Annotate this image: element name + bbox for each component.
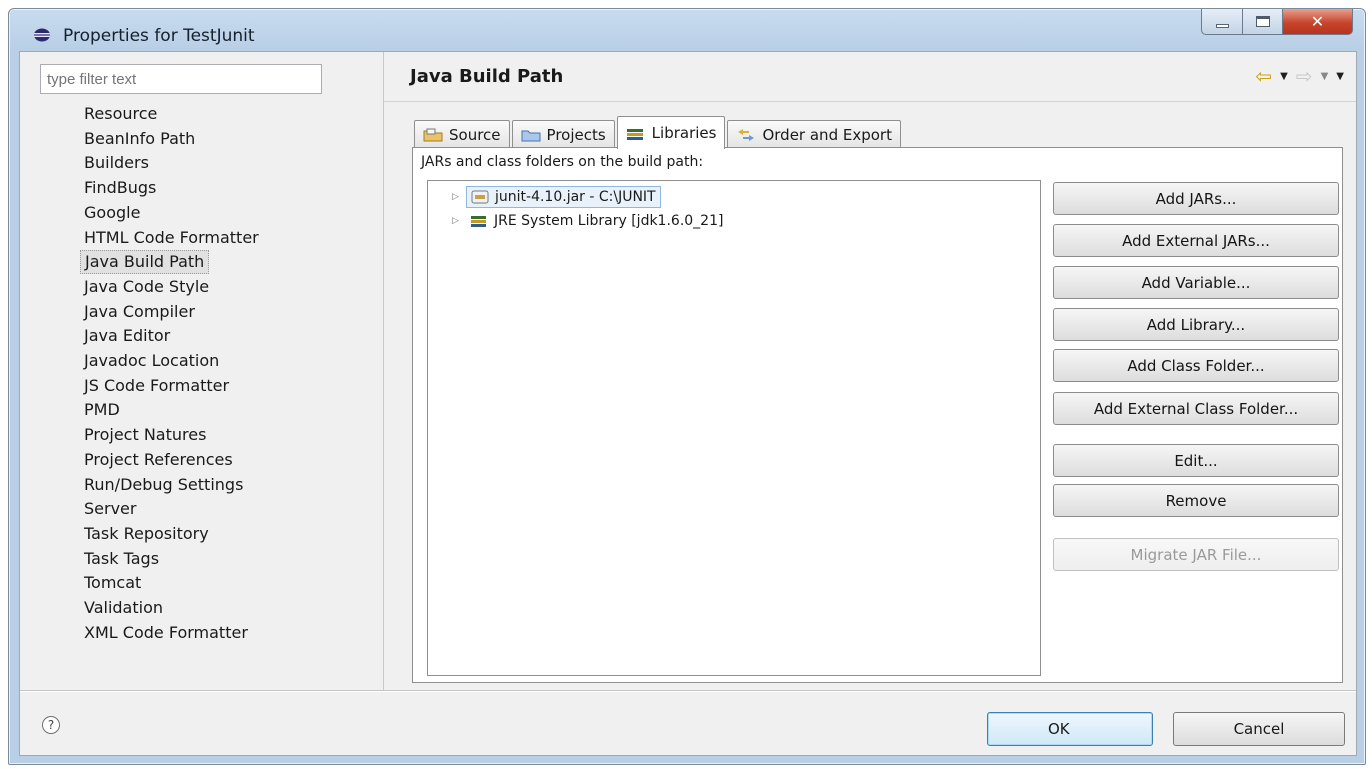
- nav-item-validation[interactable]: Validation: [80, 596, 167, 620]
- tab-source-label: Source: [449, 125, 501, 144]
- nav-item-beaninfo-path[interactable]: BeanInfo Path: [80, 127, 199, 151]
- expand-arrow-icon[interactable]: ▷: [452, 216, 466, 226]
- back-dropdown-icon[interactable]: ▼: [1280, 71, 1288, 82]
- tab-projects[interactable]: Projects: [511, 120, 615, 148]
- ok-button[interactable]: OK: [987, 712, 1153, 746]
- nav-item-task-repository[interactable]: Task Repository: [80, 522, 213, 546]
- nav-item-findbugs[interactable]: FindBugs: [80, 176, 160, 200]
- tree-item-junit-jar-label: junit-4.10.jar - C:\JUNIT: [495, 189, 656, 205]
- tree-item-jre-content: JRE System Library [jdk1.6.0_21]: [466, 210, 727, 232]
- add-class-folder-button[interactable]: Add Class Folder...: [1053, 349, 1339, 382]
- eclipse-icon: [34, 28, 50, 42]
- tree-item-junit-jar[interactable]: ▷ junit-4.10.jar - C:\JUNIT: [452, 185, 661, 209]
- filter-input[interactable]: [40, 64, 322, 94]
- page-header: Java Build Path ⇦ ▼ ⇨ ▼ ▼: [384, 52, 1356, 102]
- nav-item-java-build-path[interactable]: Java Build Path: [80, 250, 210, 275]
- page-content: Source Projects Libraries Order and Expo…: [384, 102, 1356, 690]
- nav-item-js-code-formatter[interactable]: JS Code Formatter: [80, 374, 233, 398]
- tree-item-junit-jar-content: junit-4.10.jar - C:\JUNIT: [466, 186, 661, 208]
- nav-item-builders[interactable]: Builders: [80, 151, 153, 175]
- footer-separator: [20, 690, 1356, 692]
- window-title: Properties for TestJunit: [63, 26, 255, 46]
- nav-item-pmd[interactable]: PMD: [80, 398, 124, 422]
- nav-item-task-tags[interactable]: Task Tags: [80, 547, 163, 571]
- tab-order-and-export[interactable]: Order and Export: [727, 120, 901, 148]
- back-arrow-icon[interactable]: ⇦: [1255, 66, 1272, 86]
- close-icon: ✕: [1310, 12, 1325, 31]
- nav-item-html-code-formatter[interactable]: HTML Code Formatter: [80, 226, 263, 250]
- nav-item-tomcat[interactable]: Tomcat: [80, 571, 145, 595]
- add-external-jars-button[interactable]: Add External JARs...: [1053, 224, 1339, 257]
- build-path-label: JARs and class folders on the build path…: [421, 154, 704, 170]
- help-icon[interactable]: ?: [42, 716, 60, 734]
- libraries-panel: JARs and class folders on the build path…: [412, 147, 1343, 683]
- tab-libraries[interactable]: Libraries: [616, 116, 726, 149]
- nav-item-resource[interactable]: Resource: [80, 102, 161, 126]
- add-variable-button[interactable]: Add Variable...: [1053, 266, 1339, 299]
- jar-icon: [471, 190, 489, 204]
- add-jars-button[interactable]: Add JARs...: [1053, 182, 1339, 215]
- nav-item-xml-code-formatter[interactable]: XML Code Formatter: [80, 621, 252, 645]
- library-icon: [626, 129, 643, 140]
- tab-source[interactable]: Source: [414, 120, 510, 148]
- history-navigation: ⇦ ▼ ⇨ ▼ ▼: [1255, 66, 1344, 86]
- maximize-button[interactable]: [1243, 9, 1283, 35]
- tab-order-and-export-label: Order and Export: [762, 125, 892, 144]
- add-external-class-folder-button[interactable]: Add External Class Folder...: [1053, 392, 1339, 425]
- nav-item-javadoc-location[interactable]: Javadoc Location: [80, 349, 223, 373]
- edit-button[interactable]: Edit...: [1053, 444, 1339, 477]
- tree-item-jre-label: JRE System Library [jdk1.6.0_21]: [494, 213, 724, 229]
- nav-item-server[interactable]: Server: [80, 497, 140, 521]
- properties-dialog: Properties for TestJunit ✕ Resource Bean…: [8, 8, 1366, 765]
- cancel-button[interactable]: Cancel: [1173, 712, 1345, 746]
- maximize-icon: [1255, 16, 1270, 27]
- page-title: Java Build Path: [410, 66, 564, 87]
- add-library-button[interactable]: Add Library...: [1053, 308, 1339, 341]
- minimize-icon: [1215, 23, 1229, 28]
- close-button[interactable]: ✕: [1283, 9, 1353, 35]
- nav-item-google[interactable]: Google: [80, 201, 144, 225]
- tab-strip: Source Projects Libraries Order and Expo…: [414, 116, 903, 149]
- dialog-client-area: Resource BeanInfo Path Builders FindBugs…: [19, 51, 1357, 756]
- migrate-jar-file-button: Migrate JAR File...: [1053, 538, 1339, 571]
- project-icon: [521, 130, 541, 141]
- order-export-icon: [738, 128, 755, 141]
- nav-item-java-editor[interactable]: Java Editor: [80, 324, 174, 348]
- minimize-button[interactable]: [1201, 9, 1243, 35]
- nav-item-run-debug-settings[interactable]: Run/Debug Settings: [80, 473, 247, 497]
- source-folder-icon: [423, 128, 443, 141]
- window-controls: ✕: [1201, 9, 1353, 37]
- tree-item-jre-system-library[interactable]: ▷ JRE System Library [jdk1.6.0_21]: [452, 209, 727, 233]
- menu-dropdown-icon[interactable]: ▼: [1336, 71, 1344, 82]
- tab-projects-label: Projects: [546, 125, 606, 144]
- expand-arrow-icon[interactable]: ▷: [452, 192, 466, 202]
- nav-item-project-natures[interactable]: Project Natures: [80, 423, 210, 447]
- library-tree[interactable]: ▷ junit-4.10.jar - C:\JUNIT ▷ JRE System…: [427, 180, 1041, 676]
- tab-libraries-label: Libraries: [651, 124, 717, 142]
- forward-dropdown-icon[interactable]: ▼: [1321, 71, 1329, 82]
- title-bar[interactable]: Properties for TestJunit ✕: [9, 9, 1365, 53]
- forward-arrow-icon[interactable]: ⇨: [1296, 66, 1313, 86]
- nav-item-project-references[interactable]: Project References: [80, 448, 237, 472]
- nav-item-java-compiler[interactable]: Java Compiler: [80, 300, 199, 324]
- nav-item-java-code-style[interactable]: Java Code Style: [80, 275, 213, 299]
- library-icon: [471, 216, 486, 227]
- remove-button[interactable]: Remove: [1053, 484, 1339, 517]
